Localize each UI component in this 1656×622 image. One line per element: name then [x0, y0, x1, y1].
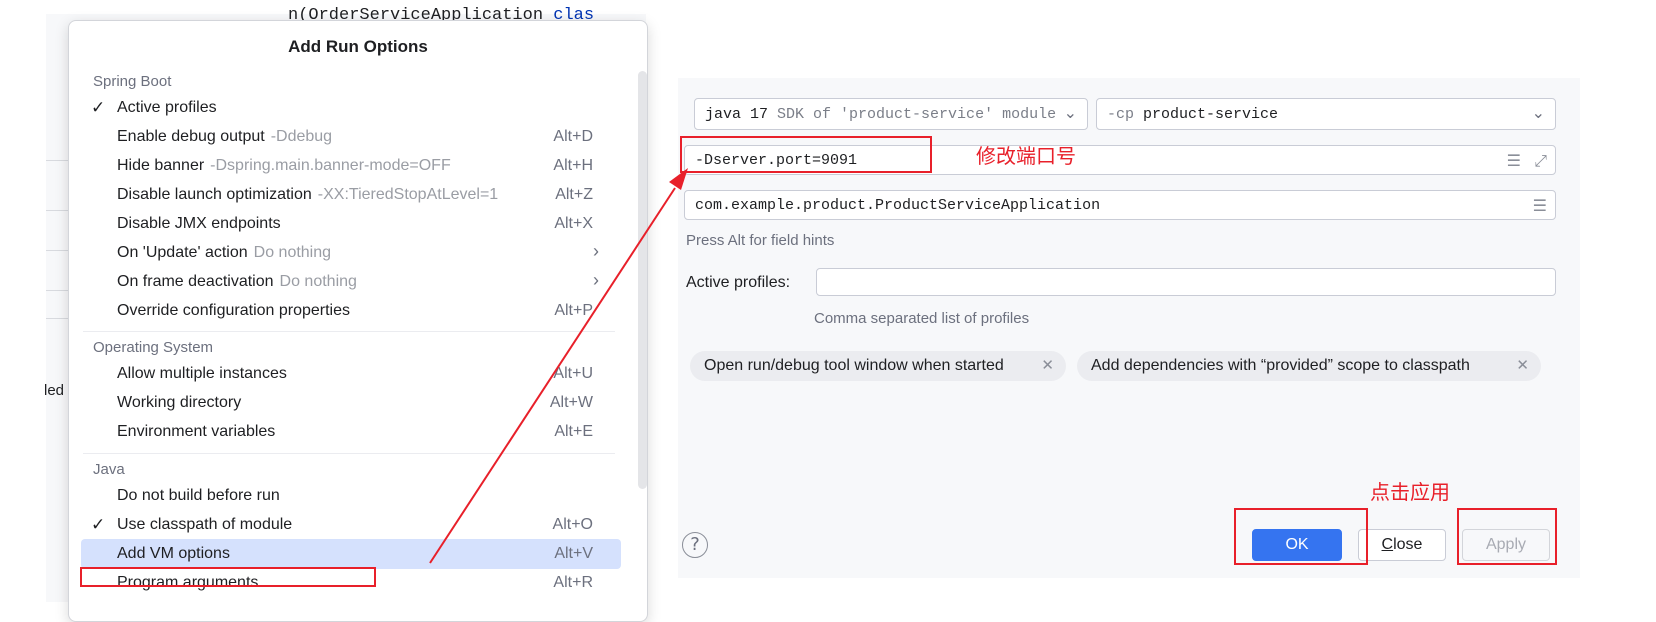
annotation-arrow: [429, 168, 688, 564]
